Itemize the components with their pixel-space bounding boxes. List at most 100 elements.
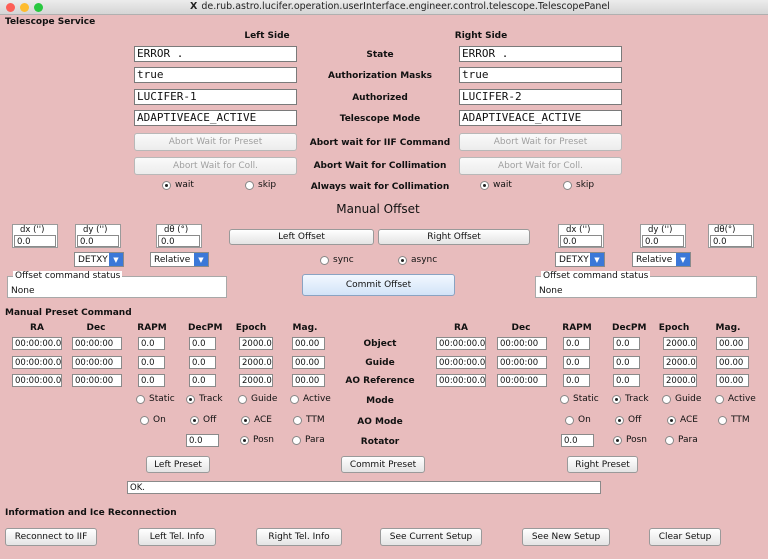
right-frame-select[interactable]: DETXY ▼ bbox=[555, 252, 605, 267]
left-ao-rapm[interactable]: 0.0 bbox=[138, 374, 165, 387]
right-skip-radio[interactable]: skip bbox=[563, 180, 594, 190]
left-dx-input[interactable]: 0.0 bbox=[14, 235, 56, 247]
right-dtheta-input[interactable]: 0.0 bbox=[710, 235, 752, 247]
right-mode-track[interactable]: Track bbox=[612, 394, 649, 404]
left-guide-mag[interactable]: 00.00 bbox=[292, 356, 325, 369]
minimize-window-icon[interactable] bbox=[20, 3, 29, 12]
right-rotator-posn[interactable]: Posn bbox=[613, 435, 647, 445]
left-abort-preset-button[interactable]: Abort Wait for Preset bbox=[134, 133, 297, 151]
right-ao-ttm[interactable]: TTM bbox=[718, 415, 750, 425]
right-object-dec[interactable]: 00:00:00 bbox=[497, 337, 547, 350]
right-object-ra[interactable]: 00:00:00.0 bbox=[436, 337, 486, 350]
left-mode-select[interactable]: Relative ▼ bbox=[150, 252, 209, 267]
right-ao-decpm[interactable]: 0.0 bbox=[613, 374, 640, 387]
right-guide-ra[interactable]: 00:00:00.0 bbox=[436, 356, 486, 369]
left-ao-off[interactable]: Off bbox=[190, 415, 216, 425]
right-ao-on[interactable]: On bbox=[565, 415, 591, 425]
right-ao-rapm[interactable]: 0.0 bbox=[563, 374, 590, 387]
left-authorized-field[interactable]: LUCIFER-1 bbox=[134, 89, 297, 105]
right-dx-input[interactable]: 0.0 bbox=[560, 235, 602, 247]
left-guide-rapm[interactable]: 0.0 bbox=[138, 356, 165, 369]
left-ao-dec[interactable]: 00:00:00 bbox=[72, 374, 122, 387]
right-guide-dec[interactable]: 00:00:00 bbox=[497, 356, 547, 369]
right-wait-radio[interactable]: wait bbox=[480, 180, 512, 190]
right-rotator-input[interactable]: 0.0 bbox=[561, 434, 594, 447]
left-ao-ace[interactable]: ACE bbox=[241, 415, 272, 425]
reconnect-iif-button[interactable]: Reconnect to IIF bbox=[5, 528, 97, 546]
left-telescope-mode-field[interactable]: ADAPTIVEACE_ACTIVE bbox=[134, 110, 297, 126]
left-ao-decpm[interactable]: 0.0 bbox=[189, 374, 216, 387]
left-rotator-posn[interactable]: Posn bbox=[240, 435, 274, 445]
right-state-field[interactable]: ERROR . bbox=[459, 46, 622, 62]
right-mode-static[interactable]: Static bbox=[560, 394, 599, 404]
right-ao-epoch[interactable]: 2000.0 bbox=[663, 374, 697, 387]
left-guide-decpm[interactable]: 0.0 bbox=[189, 356, 216, 369]
right-ao-off[interactable]: Off bbox=[615, 415, 641, 425]
left-abort-coll-button[interactable]: Abort Wait for Coll. bbox=[134, 157, 297, 175]
left-state-field[interactable]: ERROR . bbox=[134, 46, 297, 62]
right-guide-decpm[interactable]: 0.0 bbox=[613, 356, 640, 369]
left-ao-mag[interactable]: 00.00 bbox=[292, 374, 325, 387]
zoom-window-icon[interactable] bbox=[34, 3, 43, 12]
right-authorized-field[interactable]: LUCIFER-2 bbox=[459, 89, 622, 105]
left-guide-ra[interactable]: 00:00:00.0 bbox=[12, 356, 62, 369]
see-current-setup-button[interactable]: See Current Setup bbox=[380, 528, 482, 546]
right-mode-select[interactable]: Relative ▼ bbox=[632, 252, 691, 267]
clear-setup-button[interactable]: Clear Setup bbox=[649, 528, 721, 546]
left-object-dec[interactable]: 00:00:00 bbox=[72, 337, 122, 350]
right-telescope-mode-field[interactable]: ADAPTIVEACE_ACTIVE bbox=[459, 110, 622, 126]
left-offset-button[interactable]: Left Offset bbox=[229, 229, 374, 245]
right-object-mag[interactable]: 00.00 bbox=[716, 337, 749, 350]
left-object-epoch[interactable]: 2000.0 bbox=[239, 337, 273, 350]
left-frame-select[interactable]: DETXY ▼ bbox=[74, 252, 124, 267]
left-rotator-input[interactable]: 0.0 bbox=[186, 434, 219, 447]
right-object-epoch[interactable]: 2000.0 bbox=[663, 337, 697, 350]
right-dy-input[interactable]: 0.0 bbox=[642, 235, 684, 247]
left-ao-epoch[interactable]: 2000.0 bbox=[239, 374, 273, 387]
see-new-setup-button[interactable]: See New Setup bbox=[522, 528, 610, 546]
left-rotator-para[interactable]: Para bbox=[292, 435, 325, 445]
left-ao-ra[interactable]: 00:00:00.0 bbox=[12, 374, 62, 387]
left-guide-epoch[interactable]: 2000.0 bbox=[239, 356, 273, 369]
right-offset-button[interactable]: Right Offset bbox=[378, 229, 530, 245]
right-ao-dec[interactable]: 00:00:00 bbox=[497, 374, 547, 387]
left-dtheta-input[interactable]: 0.0 bbox=[158, 235, 200, 247]
left-object-mag[interactable]: 00.00 bbox=[292, 337, 325, 350]
commit-preset-button[interactable]: Commit Preset bbox=[341, 456, 425, 473]
right-object-rapm[interactable]: 0.0 bbox=[563, 337, 590, 350]
right-ao-ace[interactable]: ACE bbox=[667, 415, 698, 425]
right-rotator-para[interactable]: Para bbox=[665, 435, 698, 445]
left-object-rapm[interactable]: 0.0 bbox=[138, 337, 165, 350]
right-abort-coll-button[interactable]: Abort Wait for Coll. bbox=[459, 157, 622, 175]
right-guide-epoch[interactable]: 2000.0 bbox=[663, 356, 697, 369]
left-wait-radio[interactable]: wait bbox=[162, 180, 194, 190]
right-guide-rapm[interactable]: 0.0 bbox=[563, 356, 590, 369]
close-window-icon[interactable] bbox=[6, 3, 15, 12]
left-preset-button[interactable]: Left Preset bbox=[146, 456, 210, 473]
left-auth-masks-field[interactable]: true bbox=[134, 67, 297, 83]
sync-radio[interactable]: sync bbox=[320, 255, 354, 265]
left-mode-guide[interactable]: Guide bbox=[238, 394, 277, 404]
right-mode-active[interactable]: Active bbox=[715, 394, 756, 404]
right-object-decpm[interactable]: 0.0 bbox=[613, 337, 640, 350]
right-preset-button[interactable]: Right Preset bbox=[567, 456, 638, 473]
left-skip-radio[interactable]: skip bbox=[245, 180, 276, 190]
left-tel-info-button[interactable]: Left Tel. Info bbox=[138, 528, 216, 546]
left-mode-track[interactable]: Track bbox=[186, 394, 223, 404]
left-object-decpm[interactable]: 0.0 bbox=[189, 337, 216, 350]
left-mode-static[interactable]: Static bbox=[136, 394, 175, 404]
left-ao-on[interactable]: On bbox=[140, 415, 166, 425]
left-guide-dec[interactable]: 00:00:00 bbox=[72, 356, 122, 369]
right-tel-info-button[interactable]: Right Tel. Info bbox=[256, 528, 342, 546]
left-object-ra[interactable]: 00:00:00.0 bbox=[12, 337, 62, 350]
commit-offset-button[interactable]: Commit Offset bbox=[302, 274, 455, 296]
left-mode-active[interactable]: Active bbox=[290, 394, 331, 404]
right-mode-guide[interactable]: Guide bbox=[662, 394, 701, 404]
right-ao-mag[interactable]: 00.00 bbox=[716, 374, 749, 387]
left-dy-input[interactable]: 0.0 bbox=[77, 235, 119, 247]
async-radio[interactable]: async bbox=[398, 255, 437, 265]
right-abort-preset-button[interactable]: Abort Wait for Preset bbox=[459, 133, 622, 151]
right-auth-masks-field[interactable]: true bbox=[459, 67, 622, 83]
right-ao-ra[interactable]: 00:00:00.0 bbox=[436, 374, 486, 387]
left-ao-ttm[interactable]: TTM bbox=[293, 415, 325, 425]
